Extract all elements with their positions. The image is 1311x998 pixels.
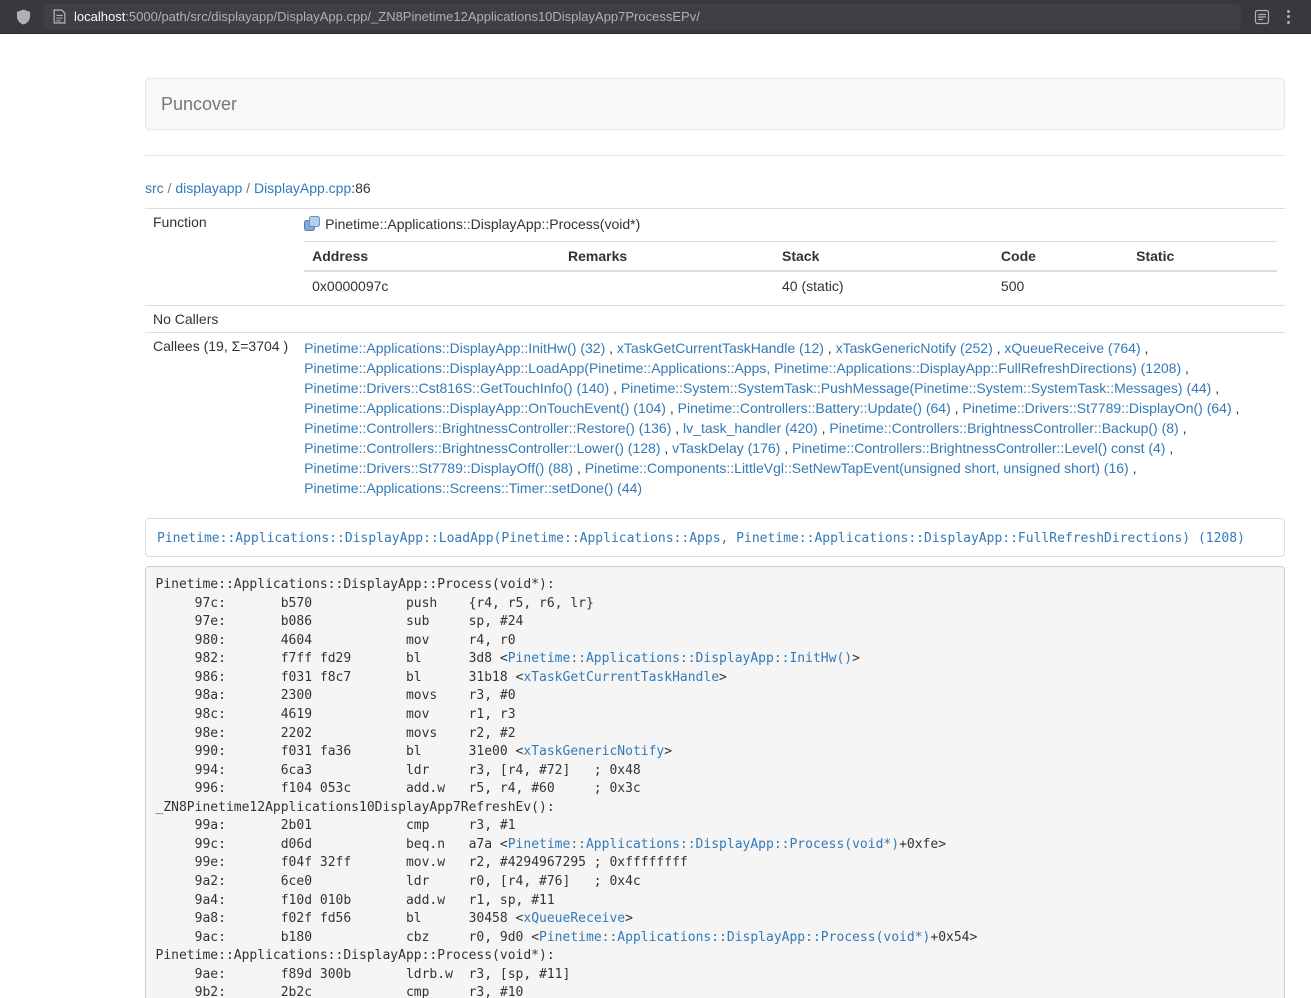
stats-cell-remarks — [560, 271, 774, 300]
disasm-symbol-link[interactable]: xQueueReceive — [523, 911, 625, 926]
highlighted-symbol-link[interactable]: Pinetime::Applications::DisplayApp::Load… — [157, 531, 1245, 546]
breadcrumb-link-displayapp[interactable]: displayapp — [175, 180, 242, 196]
menu-button[interactable] — [1275, 4, 1301, 30]
callee-separator: , — [1165, 440, 1173, 456]
callee-separator: , — [671, 420, 683, 436]
stats-cell-stack: 40 (static) — [774, 271, 993, 300]
stats-data-row: 0x0000097c 40 (static)500 — [304, 271, 1277, 300]
callee-separator: , — [1181, 360, 1189, 376]
url-path: :5000/path/src/displayapp/DisplayApp.cpp… — [125, 9, 700, 24]
callee-link[interactable]: Pinetime::Applications::Screens::Timer::… — [304, 480, 642, 496]
stats-header-address: Address — [304, 242, 560, 272]
symbol-line: Pinetime::Applications::DisplayApp::Proc… — [304, 214, 1277, 234]
callee-link[interactable]: Pinetime::Drivers::St7789::DisplayOff() … — [304, 460, 573, 476]
url-text: localhost:5000/path/src/displayapp/Displ… — [74, 9, 700, 24]
callee-separator: , — [824, 340, 836, 356]
disasm-symbol-link[interactable]: Pinetime::Applications::DisplayApp::Proc… — [508, 837, 899, 852]
callee-separator: , — [1179, 420, 1187, 436]
callee-separator: , — [780, 440, 792, 456]
callee-link[interactable]: vTaskDelay (176) — [672, 440, 780, 456]
disassembly: Pinetime::Applications::DisplayApp::Proc… — [145, 566, 1285, 998]
highlighted-symbol-panel: Pinetime::Applications::DisplayApp::Load… — [145, 518, 1285, 557]
callee-separator: , — [666, 400, 678, 416]
breadcrumb: src / displayapp / DisplayApp.cpp:86 — [145, 180, 1285, 196]
function-label: Function — [145, 209, 296, 306]
page-icon — [53, 9, 66, 24]
callee-separator: , — [818, 420, 830, 436]
callee-link[interactable]: Pinetime::Controllers::BrightnessControl… — [304, 420, 671, 436]
stats-header-code: Code — [993, 242, 1128, 272]
stats-header-static: Static — [1128, 242, 1277, 272]
callee-separator: , — [1141, 340, 1149, 356]
callee-link[interactable]: Pinetime::Controllers::BrightnessControl… — [304, 440, 660, 456]
callee-link[interactable]: xTaskGetCurrentTaskHandle (12) — [617, 340, 824, 356]
stats-cell-code: 500 — [993, 271, 1128, 300]
callee-link[interactable]: xQueueReceive (764) — [1004, 340, 1140, 356]
url-bar[interactable]: localhost:5000/path/src/displayapp/Displ… — [44, 4, 1241, 30]
callee-link[interactable]: xTaskGenericNotify (252) — [836, 340, 993, 356]
breadcrumb-link-DisplayApp.cpp[interactable]: DisplayApp.cpp — [254, 180, 351, 196]
stats-header-stack: Stack — [774, 242, 993, 272]
no-callers-cell — [296, 306, 1285, 333]
callees-row: Callees (19, Σ=3704 ) Pinetime::Applicat… — [145, 333, 1285, 504]
function-cell: Pinetime::Applications::DisplayApp::Proc… — [296, 209, 1285, 306]
url-host: localhost — [74, 9, 125, 24]
callee-link[interactable]: Pinetime::System::SystemTask::PushMessag… — [621, 380, 1212, 396]
callee-separator: , — [660, 440, 672, 456]
callees-list: Pinetime::Applications::DisplayApp::Init… — [296, 333, 1285, 504]
breadcrumb-suffix: :86 — [351, 180, 370, 196]
disasm-symbol-link[interactable]: xTaskGenericNotify — [523, 744, 664, 759]
callee-link[interactable]: lv_task_handler (420) — [683, 420, 818, 436]
divider — [145, 155, 1285, 156]
disasm-symbol-link[interactable]: Pinetime::Applications::DisplayApp::Init… — [508, 651, 852, 666]
callee-separator: , — [993, 340, 1005, 356]
symbol-table: Function Pinetime::Applications::Display… — [145, 208, 1285, 503]
stats-table: AddressRemarksStackCodeStatic 0x0000097c… — [304, 241, 1277, 300]
disasm-symbol-link[interactable]: xTaskGetCurrentTaskHandle — [523, 670, 719, 685]
tracking-protection-button[interactable] — [10, 4, 36, 30]
function-icon — [304, 216, 320, 232]
stats-cell-static — [1128, 271, 1277, 300]
breadcrumb-link-src[interactable]: src — [145, 180, 164, 196]
stats-header-remarks: Remarks — [560, 242, 774, 272]
callee-separator: , — [605, 340, 617, 356]
shield-icon — [16, 9, 31, 25]
function-row: Function Pinetime::Applications::Display… — [145, 209, 1285, 306]
callee-link[interactable]: Pinetime::Components::LittleVgl::SetNewT… — [585, 460, 1129, 476]
reader-mode-button[interactable] — [1249, 4, 1275, 30]
breadcrumb-separator: / — [164, 180, 176, 196]
callee-link[interactable]: Pinetime::Applications::DisplayApp::Init… — [304, 340, 605, 356]
callee-link[interactable]: Pinetime::Applications::DisplayApp::OnTo… — [304, 400, 666, 416]
callee-link[interactable]: Pinetime::Drivers::Cst816S::GetTouchInfo… — [304, 380, 609, 396]
brand-link[interactable]: Puncover — [146, 79, 252, 129]
no-callers-label: No Callers — [145, 306, 296, 333]
callee-link[interactable]: Pinetime::Controllers::BrightnessControl… — [829, 420, 1178, 436]
callees-label: Callees (19, Σ=3704 ) — [145, 333, 296, 504]
callee-separator: , — [1232, 400, 1240, 416]
callee-separator: , — [1211, 380, 1219, 396]
callee-separator: , — [609, 380, 621, 396]
callee-link[interactable]: Pinetime::Applications::DisplayApp::Load… — [304, 360, 1181, 376]
callee-link[interactable]: Pinetime::Drivers::St7789::DisplayOn() (… — [962, 400, 1231, 416]
callee-separator: , — [1129, 460, 1137, 476]
function-symbol: Pinetime::Applications::DisplayApp::Proc… — [325, 216, 640, 232]
callee-separator: , — [951, 400, 963, 416]
browser-chrome: localhost:5000/path/src/displayapp/Displ… — [0, 0, 1311, 34]
callee-link[interactable]: Pinetime::Controllers::BrightnessControl… — [792, 440, 1165, 456]
breadcrumb-separator: / — [242, 180, 254, 196]
callee-separator: , — [573, 460, 585, 476]
navbar: Puncover — [145, 78, 1285, 130]
page-content: Puncover src / displayapp / DisplayApp.c… — [145, 78, 1285, 998]
no-callers-row: No Callers — [145, 306, 1285, 333]
kebab-menu-icon — [1287, 10, 1290, 24]
stats-cell-address: 0x0000097c — [304, 271, 560, 300]
disasm-symbol-link[interactable]: Pinetime::Applications::DisplayApp::Proc… — [539, 930, 930, 945]
stats-header-row: AddressRemarksStackCodeStatic — [304, 242, 1277, 272]
reader-mode-icon — [1254, 9, 1270, 25]
callee-link[interactable]: Pinetime::Controllers::Battery::Update()… — [678, 400, 951, 416]
